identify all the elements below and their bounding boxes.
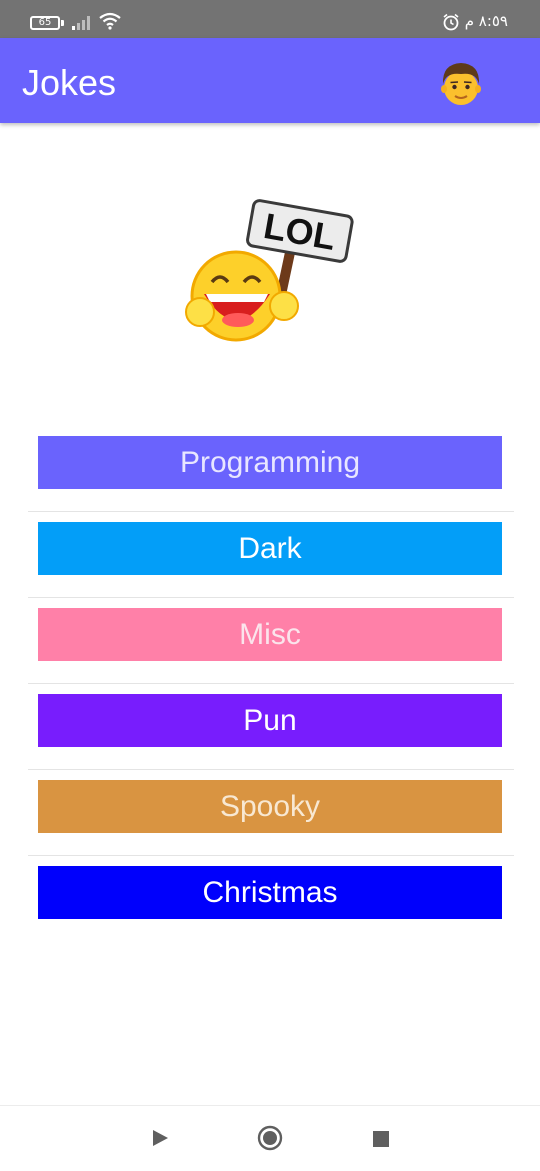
back-triangle-icon[interactable] <box>150 1128 170 1148</box>
category-button-pun[interactable]: Pun <box>38 694 502 747</box>
list-item: Pun <box>28 684 514 770</box>
battery-level: 65 <box>38 17 52 28</box>
app-title: Jokes <box>22 62 117 103</box>
battery-icon: 65 <box>30 16 60 30</box>
man-emoji-icon[interactable] <box>438 58 484 106</box>
list-item: Programming <box>28 426 514 512</box>
app-bar: Jokes <box>0 38 540 123</box>
list-item: Dark <box>28 512 514 598</box>
status-time: ٨:٥٩ م <box>464 12 508 30</box>
list-item: Christmas <box>28 856 514 941</box>
recent-square-icon[interactable] <box>372 1130 390 1148</box>
system-nav-bar <box>0 1105 540 1171</box>
category-button-spooky[interactable]: Spooky <box>38 780 502 833</box>
category-button-christmas[interactable]: Christmas <box>38 866 502 919</box>
list-item: Misc <box>28 598 514 684</box>
category-button-programming[interactable]: Programming <box>38 436 502 489</box>
category-button-misc[interactable]: Misc <box>38 608 502 661</box>
battery-tip <box>61 20 64 26</box>
home-circle-icon[interactable] <box>257 1125 283 1151</box>
laughing-emoji-lol-sign-icon: LOL <box>185 199 354 342</box>
list-item: Spooky <box>28 770 514 856</box>
category-list: Programming Dark Misc Pun Spooky Christm… <box>28 426 514 941</box>
wifi-icon <box>99 12 121 30</box>
signal-icon <box>72 16 90 30</box>
category-button-dark[interactable]: Dark <box>38 522 502 575</box>
status-bar: 65 ٨:٥٩ م <box>0 0 540 38</box>
alarm-icon <box>443 13 459 31</box>
